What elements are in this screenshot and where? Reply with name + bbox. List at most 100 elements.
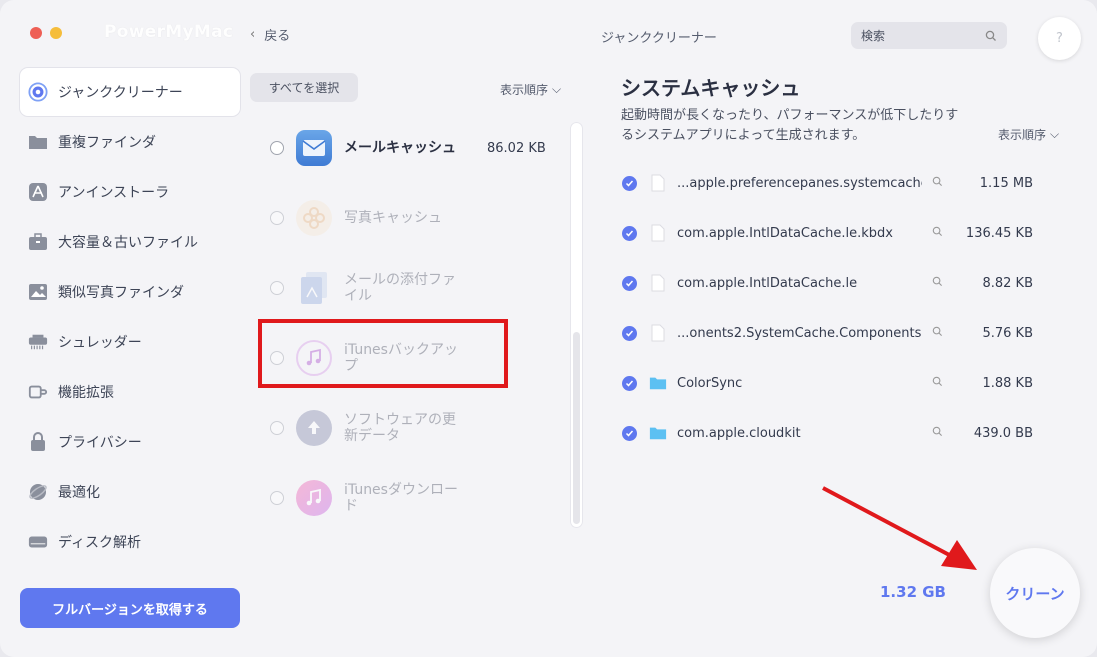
extension-icon <box>28 382 48 402</box>
category-name: iTunesダウンロード <box>344 482 458 514</box>
checkbox-checked[interactable] <box>622 325 637 341</box>
lock-icon <box>28 432 48 452</box>
file-size: 1.88 KB <box>982 375 1033 391</box>
sidebar-item-optimize[interactable]: 最適化 <box>20 468 240 516</box>
file-size: 5.76 KB <box>982 325 1033 341</box>
sidebar-item-label: プライバシー <box>58 435 142 451</box>
magnifier-icon[interactable] <box>932 326 943 341</box>
sidebar-item-label: 最適化 <box>58 485 100 501</box>
sidebar-item-disk-analyzer[interactable]: ディスク解析 <box>20 518 240 566</box>
checkbox-checked[interactable] <box>622 375 637 391</box>
category-row[interactable]: 写真キャッシュ <box>262 183 562 253</box>
category-radio[interactable] <box>270 141 284 155</box>
help-label: ? <box>1056 31 1063 46</box>
mail-icon <box>296 130 332 166</box>
file-size: 136.45 KB <box>965 225 1033 241</box>
chevron-left-icon: ‹ <box>250 27 256 42</box>
junk-cleaner-icon <box>28 82 48 102</box>
sidebar-item-label: 重複ファインダ <box>58 135 156 151</box>
file-icon <box>649 224 667 242</box>
sort-label: 表示順序 <box>500 83 549 97</box>
photos-icon <box>296 200 332 236</box>
briefcase-icon <box>28 232 48 252</box>
sidebar-item-extensions[interactable]: 機能拡張 <box>20 368 240 416</box>
file-name: ColorSync <box>677 375 743 391</box>
sort-dropdown[interactable]: 表示順序 ⌵ <box>500 81 561 98</box>
file-row[interactable]: ...onents2.SystemCache.Components 5.76 K… <box>622 308 1062 358</box>
detail-description: 起動時間が長くなったり、パフォーマンスが低下したりするシステムアプリによって生成… <box>621 108 959 143</box>
scrollbar-thumb[interactable] <box>573 332 580 524</box>
sidebar-item-uninstaller[interactable]: アンインストーラ <box>20 168 240 216</box>
file-name: com.apple.IntlDataCache.le <box>677 275 858 291</box>
app-store-icon <box>28 182 48 202</box>
magnifier-icon[interactable] <box>932 426 943 441</box>
attachment-icon <box>296 270 332 306</box>
page-title: ジャンククリーナー <box>601 31 717 46</box>
software-update-icon <box>296 410 332 446</box>
sidebar-item-label: シュレッダー <box>58 335 142 351</box>
minimize-window-button[interactable] <box>50 27 62 39</box>
chevron-down-icon: ⌵ <box>552 82 562 96</box>
disk-icon <box>28 532 48 552</box>
folder-icon <box>28 132 48 152</box>
sidebar-item-label: 大容量＆古いファイル <box>58 235 198 251</box>
folder-icon <box>649 374 667 392</box>
checkbox-checked[interactable] <box>622 275 637 291</box>
file-row[interactable]: com.apple.IntlDataCache.le 8.82 KB <box>622 258 1062 308</box>
sidebar-item-label: 類似写真ファインダ <box>58 285 184 301</box>
category-radio[interactable] <box>270 281 284 295</box>
checkbox-checked[interactable] <box>622 425 637 441</box>
sidebar: ジャンククリーナー 重複ファインダ アンインストーラ 大容量＆古いファイル 類似… <box>20 68 240 568</box>
clean-button[interactable]: クリーン <box>990 548 1080 638</box>
sort-dropdown[interactable]: 表示順序 ⌵ <box>998 126 1059 143</box>
category-row[interactable]: iTunesダウンロード <box>262 463 562 533</box>
category-row[interactable]: メールキャッシュ 86.02 KB <box>262 113 562 183</box>
sidebar-item-shredder[interactable]: シュレッダー <box>20 318 240 366</box>
red-arrow-annotation <box>822 486 977 570</box>
magnifier-icon[interactable] <box>932 226 943 241</box>
chevron-down-icon: ⌵ <box>1050 127 1060 141</box>
category-scrollbar[interactable] <box>570 122 583 528</box>
sort-label: 表示順序 <box>998 128 1047 142</box>
file-icon <box>649 324 667 342</box>
category-name: ソフトウェアの更新データ <box>344 412 456 444</box>
app-window: PowerMyMac ‹ 戻る ジャンククリーナー 検索 ? ジャンククリーナー… <box>0 0 1097 657</box>
category-radio[interactable] <box>270 211 284 225</box>
sidebar-item-large-old-files[interactable]: 大容量＆古いファイル <box>20 218 240 266</box>
sidebar-item-junk-cleaner[interactable]: ジャンククリーナー <box>20 68 240 116</box>
file-row[interactable]: com.apple.IntlDataCache.le.kbdx 136.45 K… <box>622 208 1062 258</box>
category-row[interactable]: メールの添付ファイル <box>262 253 562 323</box>
sidebar-item-duplicate-finder[interactable]: 重複ファインダ <box>20 118 240 166</box>
sidebar-item-similar-photos[interactable]: 類似写真ファインダ <box>20 268 240 316</box>
search-icon <box>985 30 996 41</box>
get-full-version-button[interactable]: フルバージョンを取得する <box>20 588 240 628</box>
magnifier-icon[interactable] <box>932 276 943 291</box>
file-row[interactable]: ...apple.preferencepanes.systemcache 1.1… <box>622 158 1062 208</box>
file-name: ...apple.preferencepanes.systemcache <box>677 175 922 191</box>
sidebar-item-label: ディスク解析 <box>58 535 142 551</box>
file-row[interactable]: ColorSync 1.88 KB <box>622 358 1062 408</box>
category-radio[interactable] <box>270 421 284 435</box>
category-name: メールキャッシュ <box>344 140 456 156</box>
magnifier-icon[interactable] <box>932 376 943 391</box>
file-list: ...apple.preferencepanes.systemcache 1.1… <box>622 158 1062 458</box>
checkbox-checked[interactable] <box>622 225 637 241</box>
folder-icon <box>649 424 667 442</box>
photo-icon <box>28 282 48 302</box>
sidebar-item-privacy[interactable]: プライバシー <box>20 418 240 466</box>
search-input[interactable]: 検索 <box>851 22 1007 49</box>
checkbox-checked[interactable] <box>622 175 637 191</box>
file-size: 1.15 MB <box>979 175 1033 191</box>
magnifier-icon[interactable] <box>932 176 943 191</box>
file-icon <box>649 274 667 292</box>
back-button[interactable]: ‹ 戻る <box>250 25 290 44</box>
category-size: 86.02 KB <box>487 140 546 156</box>
category-radio[interactable] <box>270 491 284 505</box>
close-window-button[interactable] <box>30 27 42 39</box>
file-row[interactable]: com.apple.cloudkit 439.0 BB <box>622 408 1062 458</box>
select-all-button[interactable]: すべてを選択 <box>250 73 358 102</box>
help-button[interactable]: ? <box>1038 17 1081 60</box>
file-size: 8.82 KB <box>982 275 1033 291</box>
category-row[interactable]: ソフトウェアの更新データ <box>262 393 562 463</box>
file-size: 439.0 BB <box>973 425 1033 441</box>
